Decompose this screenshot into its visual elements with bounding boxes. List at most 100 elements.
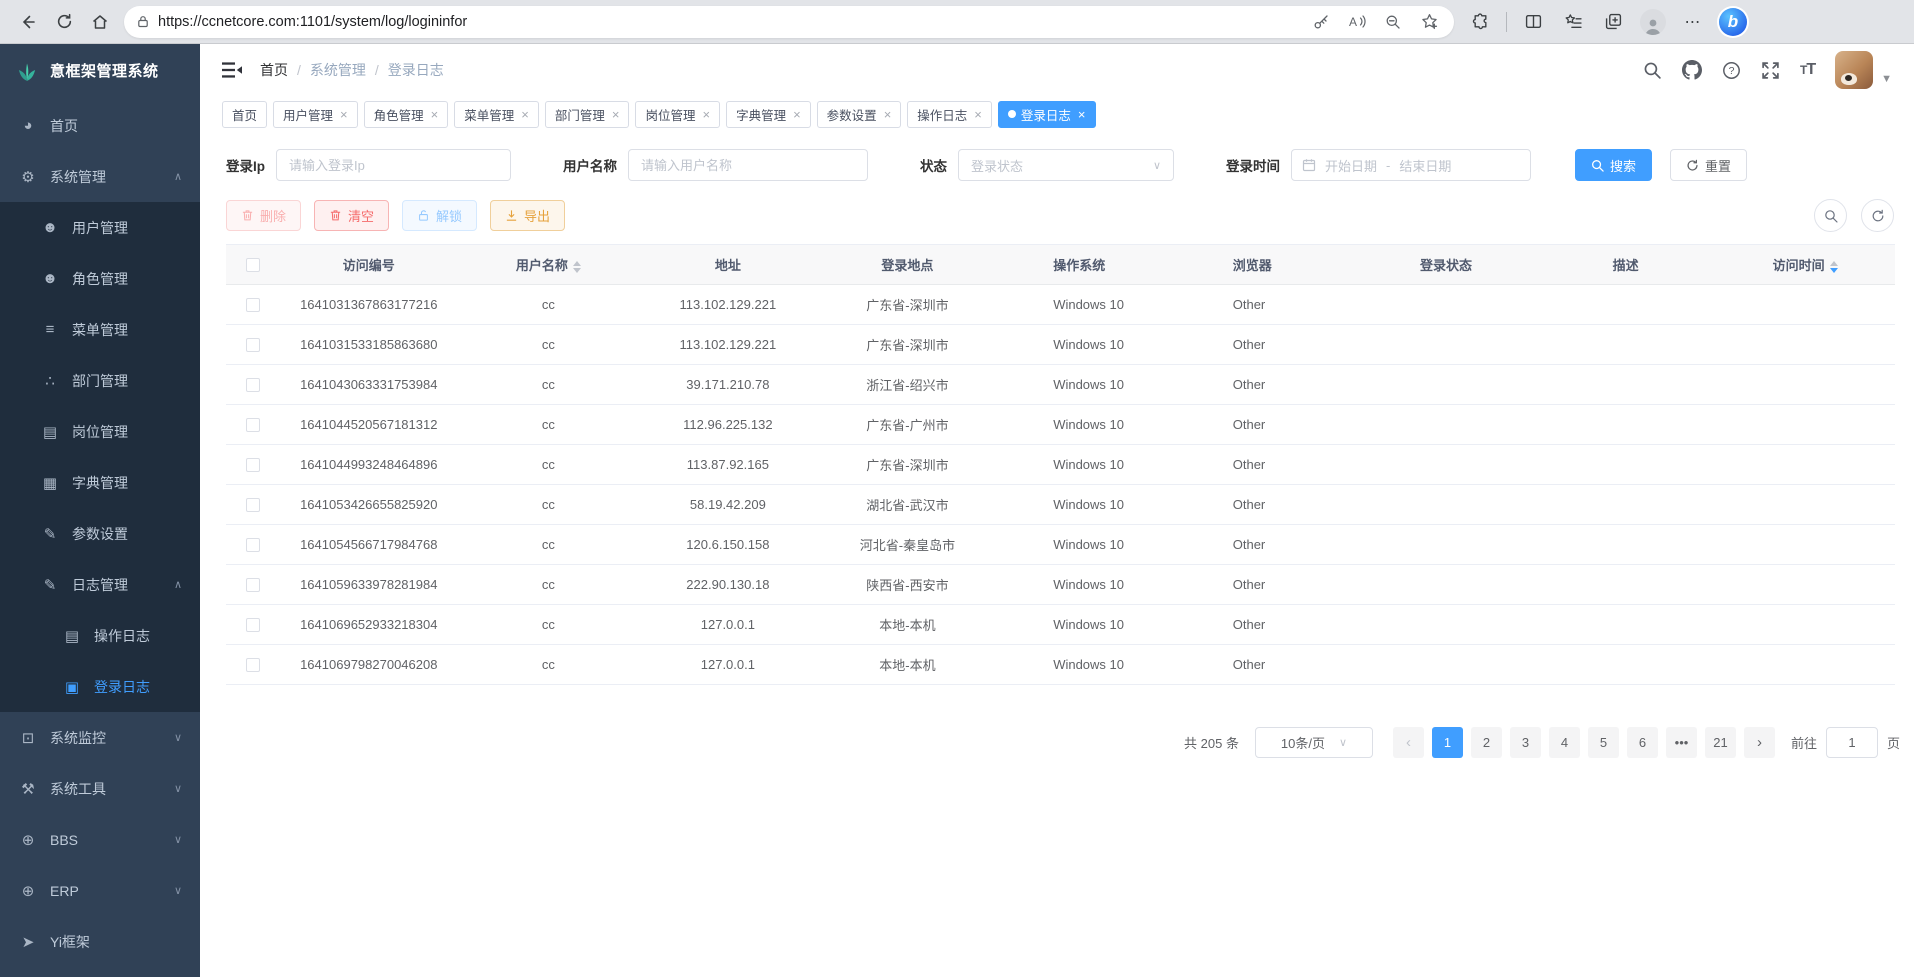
sidebar-item-log-management[interactable]: ✎日志管理∧: [0, 559, 200, 610]
tab-字典管理[interactable]: 字典管理×: [726, 101, 811, 128]
home-icon[interactable]: [82, 5, 118, 39]
tab-参数设置[interactable]: 参数设置×: [817, 101, 902, 128]
tab-岗位管理[interactable]: 岗位管理×: [635, 101, 720, 128]
sidebar-item-user-management[interactable]: ☻用户管理: [0, 202, 200, 253]
search-icon[interactable]: [1643, 61, 1662, 80]
avatar-caret-down-icon[interactable]: ▼: [1881, 73, 1892, 89]
sidebar-item-menu-management[interactable]: ≡菜单管理: [0, 304, 200, 355]
sidebar-item-role-management[interactable]: ☻角色管理: [0, 253, 200, 304]
page-button-6[interactable]: 6: [1627, 727, 1658, 758]
sidebar-item-dept-management[interactable]: ∴部门管理: [0, 355, 200, 406]
sidebar-item-dict-management[interactable]: ▦字典管理: [0, 457, 200, 508]
tab-登录日志[interactable]: 登录日志×: [998, 101, 1096, 128]
close-tab-icon[interactable]: ×: [793, 107, 801, 122]
sort-carets-icon[interactable]: [1830, 261, 1838, 273]
close-tab-icon[interactable]: ×: [702, 107, 710, 122]
jump-page-input[interactable]: [1826, 727, 1878, 758]
sort-carets-icon[interactable]: [573, 261, 581, 273]
clear-button[interactable]: 清空: [314, 200, 389, 231]
bing-chat-icon[interactable]: b: [1715, 5, 1751, 39]
row-checkbox[interactable]: [246, 658, 260, 672]
row-checkbox[interactable]: [246, 458, 260, 472]
user-avatar[interactable]: [1835, 51, 1873, 89]
prev-page-button[interactable]: ‹: [1393, 727, 1424, 758]
tab-groups-icon[interactable]: [1595, 5, 1631, 39]
close-tab-icon[interactable]: ×: [340, 107, 348, 122]
favorite-add-icon[interactable]: [1414, 8, 1444, 36]
select-all-checkbox[interactable]: [246, 258, 260, 272]
sidebar-item-param-settings[interactable]: ✎参数设置: [0, 508, 200, 559]
sidebar-item-post-management[interactable]: ▤岗位管理: [0, 406, 200, 457]
pagination-more-button[interactable]: •••: [1666, 727, 1697, 758]
close-tab-icon[interactable]: ×: [521, 107, 529, 122]
sidebar-item-system-tools[interactable]: ⚒系统工具∨: [0, 763, 200, 814]
sidebar-item-system-management[interactable]: ⚙系统管理∧: [0, 151, 200, 202]
row-checkbox[interactable]: [246, 298, 260, 312]
close-tab-icon[interactable]: ×: [612, 107, 620, 122]
sidebar-item-operation-log[interactable]: ▤操作日志: [0, 610, 200, 661]
page-size-select[interactable]: 10条/页 ∨: [1255, 727, 1373, 758]
export-button[interactable]: 导出: [490, 200, 565, 231]
next-page-button[interactable]: ›: [1744, 727, 1775, 758]
column-header-time[interactable]: 访问时间: [1715, 245, 1895, 285]
user-name-input[interactable]: [628, 149, 868, 181]
page-button-1[interactable]: 1: [1432, 727, 1463, 758]
read-aloud-icon[interactable]: A: [1342, 8, 1372, 36]
row-checkbox[interactable]: [246, 378, 260, 392]
sidebar-item-yi-framework[interactable]: ➤Yi框架: [0, 916, 200, 967]
address-bar[interactable]: https://ccnetcore.com:1101/system/log/lo…: [124, 6, 1454, 38]
close-tab-icon[interactable]: ×: [974, 107, 982, 122]
tab-菜单管理[interactable]: 菜单管理×: [454, 101, 539, 128]
sidebar-item-bbs[interactable]: ⊕BBS∨: [0, 814, 200, 865]
login-ip-input[interactable]: [276, 149, 511, 181]
breadcrumb-system[interactable]: 系统管理: [310, 60, 366, 80]
row-checkbox[interactable]: [246, 418, 260, 432]
back-icon[interactable]: [10, 5, 46, 39]
font-size-icon[interactable]: TT: [1800, 61, 1815, 79]
help-icon[interactable]: ?: [1722, 61, 1741, 80]
collections-icon[interactable]: [1555, 5, 1591, 39]
reset-button[interactable]: 重置: [1670, 149, 1747, 181]
tab-角色管理[interactable]: 角色管理×: [364, 101, 449, 128]
close-tab-icon[interactable]: ×: [431, 107, 439, 122]
tab-用户管理[interactable]: 用户管理×: [273, 101, 358, 128]
github-icon[interactable]: [1682, 60, 1702, 80]
tab-部门管理[interactable]: 部门管理×: [545, 101, 630, 128]
date-range-picker[interactable]: 开始日期 - 结束日期: [1291, 149, 1531, 181]
date-end-placeholder[interactable]: 结束日期: [1399, 156, 1451, 175]
page-button-2[interactable]: 2: [1471, 727, 1502, 758]
show-search-toggle-button[interactable]: [1814, 199, 1847, 232]
tab-首页[interactable]: 首页: [222, 101, 267, 128]
close-tab-icon[interactable]: ×: [1078, 107, 1086, 122]
date-start-placeholder[interactable]: 开始日期: [1325, 156, 1377, 175]
sidebar-item-login-log[interactable]: ▣登录日志: [0, 661, 200, 712]
row-checkbox[interactable]: [246, 578, 260, 592]
refresh-table-button[interactable]: [1861, 199, 1894, 232]
page-button-4[interactable]: 4: [1549, 727, 1580, 758]
split-screen-icon[interactable]: [1515, 5, 1551, 39]
tab-操作日志[interactable]: 操作日志×: [907, 101, 992, 128]
column-header-user[interactable]: 用户名称: [459, 245, 639, 285]
refresh-icon[interactable]: [46, 5, 82, 39]
status-select[interactable]: 登录状态 ∨: [958, 149, 1174, 181]
close-tab-icon[interactable]: ×: [884, 107, 892, 122]
page-button-21[interactable]: 21: [1705, 727, 1736, 758]
more-options-icon[interactable]: ⋯: [1675, 5, 1711, 39]
zoom-out-icon[interactable]: [1378, 8, 1408, 36]
profile-avatar-icon[interactable]: [1635, 5, 1671, 39]
page-button-5[interactable]: 5: [1588, 727, 1619, 758]
page-button-3[interactable]: 3: [1510, 727, 1541, 758]
row-checkbox[interactable]: [246, 618, 260, 632]
extensions-icon[interactable]: [1462, 5, 1498, 39]
sidebar-item-home[interactable]: ◕首页: [0, 100, 200, 151]
fullscreen-icon[interactable]: [1761, 61, 1780, 80]
breadcrumb-home[interactable]: 首页: [260, 60, 288, 80]
password-key-icon[interactable]: [1306, 8, 1336, 36]
sidebar-item-system-monitor[interactable]: ⊡系统监控∨: [0, 712, 200, 763]
row-checkbox[interactable]: [246, 338, 260, 352]
row-checkbox[interactable]: [246, 498, 260, 512]
app-logo[interactable]: 意框架管理系统: [0, 44, 200, 96]
search-button[interactable]: 搜索: [1575, 149, 1652, 181]
sidebar-item-erp[interactable]: ⊕ERP∨: [0, 865, 200, 916]
row-checkbox[interactable]: [246, 538, 260, 552]
